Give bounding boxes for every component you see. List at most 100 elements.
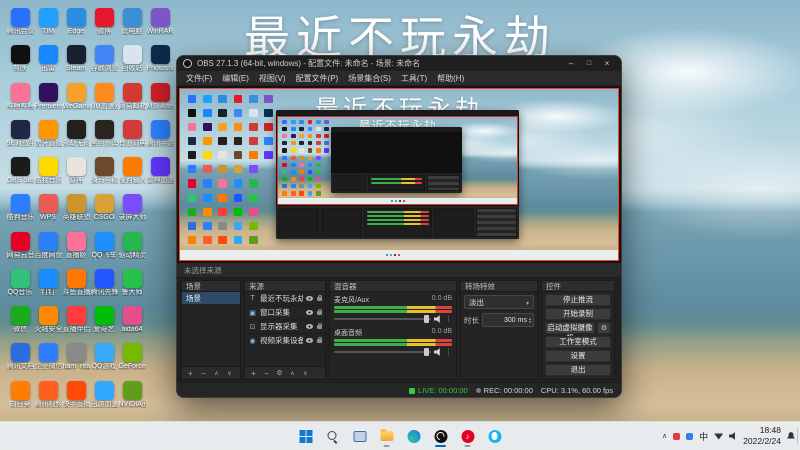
start-recording-button[interactable]: 开始录制 — [545, 308, 611, 320]
qq-taskbar-button[interactable] — [483, 424, 507, 448]
desktop-icon[interactable]: Premiere — [34, 81, 62, 118]
desktop-icon[interactable]: CSGO — [90, 192, 118, 229]
desktop-icon[interactable]: 此电脑 — [118, 6, 146, 43]
desktop-icon[interactable]: Photoshop — [146, 43, 174, 80]
file-explorer-taskbar-button[interactable] — [375, 424, 399, 448]
desktop-icon[interactable]: 腾讯视频 — [34, 379, 62, 416]
source-row[interactable]: ▣ 窗口采集 — [245, 306, 325, 320]
menu-item[interactable]: 视图(V) — [254, 73, 291, 84]
desktop-icon[interactable]: 虎牙直播 — [34, 118, 62, 155]
desktop-icon[interactable]: 录屏大师 — [118, 192, 146, 229]
desktop-icon[interactable]: 鲁大师 — [118, 267, 146, 304]
source-row[interactable]: T 最近不玩永劫 — [245, 292, 325, 306]
desktop-icon[interactable]: 腾讯手游助手 — [146, 118, 174, 155]
desktop-icon[interactable]: 剪映 — [6, 43, 34, 80]
channel-settings-icon[interactable] — [445, 316, 452, 323]
display-capture-preview[interactable]: 最近不玩永劫 最近不玩永劫 — [179, 88, 619, 261]
desktop-icon[interactable]: 迅游加速器 — [90, 379, 118, 416]
desktop-icon[interactable]: 网易邮箱 — [118, 81, 146, 118]
exit-button[interactable]: 退出 — [545, 364, 611, 376]
desktop-icon[interactable]: UU加速器 — [90, 81, 118, 118]
desktop-icon[interactable]: 爱奇艺 — [90, 304, 118, 341]
tray-app-icon[interactable] — [686, 432, 694, 440]
desktop-icon[interactable]: 钉钉 — [34, 267, 62, 304]
desktop-icon[interactable]: OBS Studio — [6, 155, 34, 192]
desktop-icon[interactable]: 腾讯先锋 — [90, 267, 118, 304]
desktop-icon[interactable]: QQ飞车 — [90, 230, 118, 267]
desktop-icon[interactable]: 迅雷 — [34, 43, 62, 80]
notification-bell-icon[interactable] — [787, 432, 795, 439]
scene-item[interactable]: 场景 — [182, 292, 240, 304]
desktop-icon[interactable]: QQ游戏 — [90, 341, 118, 378]
clock[interactable]: 18:48 2022/2/24 — [743, 425, 781, 446]
edge-taskbar-button[interactable] — [402, 424, 426, 448]
network-icon[interactable] — [714, 433, 724, 440]
spinner-arrows-icon[interactable] — [529, 317, 531, 323]
remove-source-icon[interactable] — [262, 369, 271, 378]
scenes-dock-header[interactable]: 场景 — [181, 280, 241, 292]
desktop-icon[interactable]: 酷狗音乐 — [6, 192, 34, 229]
tray-app-icon[interactable] — [673, 432, 681, 440]
move-source-down-icon[interactable] — [301, 369, 310, 378]
menu-item[interactable]: 场景集合(S) — [343, 73, 396, 84]
desktop-icon[interactable]: aida64 — [118, 304, 146, 341]
desktop-icon[interactable]: 企业微信 — [34, 341, 62, 378]
visibility-eye-icon[interactable] — [306, 338, 313, 343]
desktop-icon[interactable]: GeForce — [118, 341, 146, 378]
desktop-icon[interactable]: WPS — [34, 192, 62, 229]
desktop-icon[interactable]: 微信 — [6, 304, 34, 341]
menu-item[interactable]: 文件(F) — [181, 73, 217, 84]
source-properties-icon[interactable] — [275, 369, 284, 378]
menu-item[interactable]: 工具(T) — [396, 73, 432, 84]
move-scene-down-icon[interactable] — [225, 369, 234, 378]
speaker-icon[interactable] — [434, 348, 440, 356]
desktop-icon[interactable]: ham_read — [62, 341, 90, 378]
visibility-eye-icon[interactable] — [306, 310, 313, 315]
task-view-taskbar-button[interactable] — [348, 424, 372, 448]
move-source-up-icon[interactable] — [288, 369, 297, 378]
desktop-icon[interactable]: 搜狗输入法 — [118, 155, 146, 192]
desktop-icon[interactable]: QQ音乐 — [6, 267, 34, 304]
source-row[interactable]: ◉ 视频采集设备 — [245, 334, 325, 348]
visibility-eye-icon[interactable] — [306, 296, 313, 301]
remove-scene-icon[interactable] — [199, 369, 208, 378]
desktop-icon[interactable]: 回收站 — [118, 43, 146, 80]
speaker-icon[interactable] — [434, 315, 440, 323]
desktop-icon[interactable]: 火绒安全 — [34, 304, 62, 341]
maximize-button[interactable] — [581, 58, 597, 70]
desktop-icon[interactable]: 原神 — [62, 155, 90, 192]
desktop-icon[interactable]: 腾讯文档 — [6, 341, 34, 378]
desktop-icon[interactable]: WinRAR — [146, 6, 174, 43]
netease-music-taskbar-button[interactable] — [456, 424, 480, 448]
lock-icon[interactable] — [317, 322, 322, 329]
desktop-icon[interactable]: 酷我音乐 — [34, 155, 62, 192]
add-scene-icon[interactable] — [186, 369, 195, 378]
desktop-icon[interactable]: 百度网盘 — [34, 230, 62, 267]
desktop-icon[interactable]: 网易云音乐 — [6, 230, 34, 267]
sources-dock-header[interactable]: 来源 — [244, 280, 326, 292]
move-scene-up-icon[interactable] — [212, 369, 221, 378]
desktop-icon[interactable]: 有道词典 — [118, 118, 146, 155]
transition-select[interactable]: 淡出 — [464, 295, 534, 309]
obs-taskbar-button[interactable] — [429, 424, 453, 448]
menu-item[interactable]: 配置文件(P) — [291, 73, 344, 84]
desktop-icon[interactable]: 快手直播 — [62, 379, 90, 416]
visibility-eye-icon[interactable] — [306, 324, 313, 329]
desktop-icon[interactable]: 骑马与砍杀 — [90, 155, 118, 192]
desktop-icon[interactable]: 直播伴侣 — [62, 304, 90, 341]
controls-dock-header[interactable]: 控件 — [541, 280, 615, 292]
start-virtual-camera-button[interactable]: 启动虚拟摄像机 — [545, 322, 595, 342]
volume-slider[interactable] — [334, 348, 431, 356]
desktop-icon[interactable]: 谷歌浏览器 — [90, 43, 118, 80]
start-taskbar-button[interactable] — [294, 424, 318, 448]
menu-item[interactable]: 编辑(E) — [217, 73, 254, 84]
desktop-icon[interactable]: 永劫无间 — [62, 118, 90, 155]
desktop-icon[interactable]: TIM — [34, 6, 62, 43]
volume-slider[interactable] — [334, 315, 431, 323]
desktop-icon[interactable]: 驱动精灵 — [118, 230, 146, 267]
desktop-icon[interactable]: 向日葵 — [6, 379, 34, 416]
desktop-icon[interactable]: 直播姬 — [62, 230, 90, 267]
desktop-icon[interactable]: 雷神加速器 — [146, 155, 174, 192]
lock-icon[interactable] — [317, 336, 322, 343]
desktop-icon[interactable]: 微博 — [90, 6, 118, 43]
